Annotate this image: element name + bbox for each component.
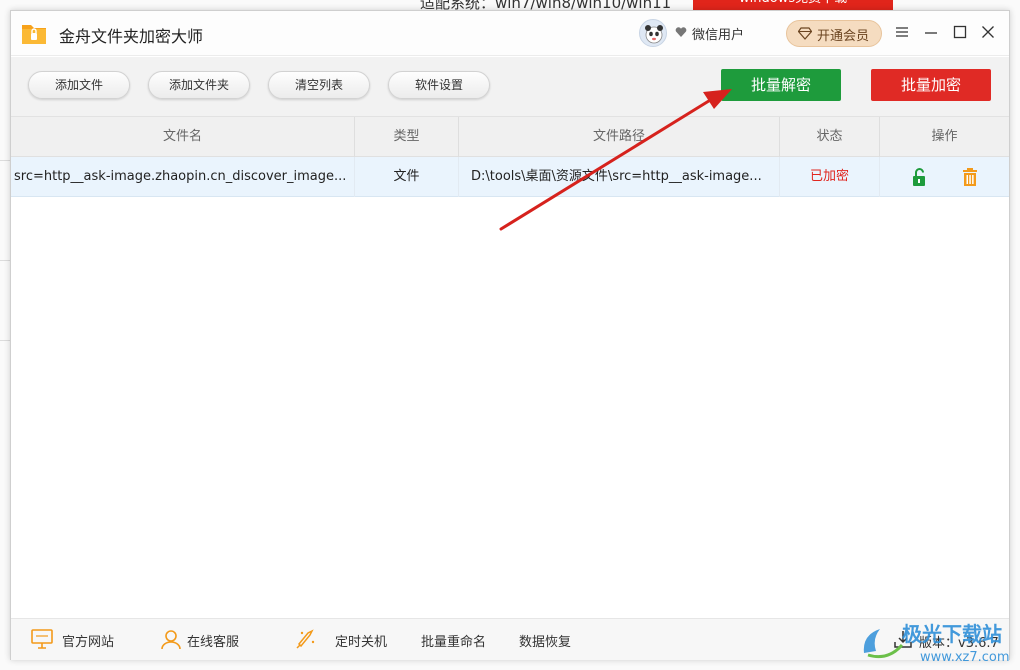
settings-button[interactable]: 软件设置 (388, 71, 490, 99)
online-support-link[interactable]: 在线客服 (187, 631, 239, 650)
batch-decrypt-button[interactable]: 批量解密 (721, 69, 841, 101)
minimize-icon[interactable] (922, 23, 940, 41)
app-window: 金舟文件夹加密大师 微信用户 开通会员 添加文件 添加文件夹 清空列表 软件设置… (10, 10, 1010, 660)
folder-lock-logo-icon (22, 25, 46, 44)
file-path-cell: D:\tools\桌面\资源文件\src=http__ask-image... (459, 157, 780, 197)
batch-rename-link[interactable]: 批量重命名 (421, 631, 486, 650)
background-divider (0, 160, 10, 161)
data-recovery-link[interactable]: 数据恢复 (519, 631, 571, 650)
avatar[interactable] (639, 19, 667, 47)
trash-icon[interactable] (960, 167, 980, 187)
column-header-name[interactable]: 文件名 (11, 117, 355, 157)
watermark-url: www.xz7.com (920, 650, 1010, 665)
column-header-actions: 操作 (931, 129, 958, 144)
official-website-link[interactable]: 官方网站 (62, 631, 114, 650)
close-icon[interactable] (979, 23, 997, 41)
user-name[interactable]: 微信用户 (692, 24, 744, 43)
file-table-header: 文件名 类型 文件路径 状态 操作 (11, 117, 1009, 157)
customer-service-icon (161, 630, 181, 650)
unlock-icon[interactable] (910, 167, 930, 187)
add-folder-button[interactable]: 添加文件夹 (148, 71, 250, 99)
app-title: 金舟文件夹加密大师 (59, 27, 204, 46)
toolbar: 添加文件 添加文件夹 清空列表 软件设置 批量解密 批量加密 (11, 57, 1009, 117)
background-divider (0, 340, 10, 341)
file-name-cell: src=http__ask-image.zhaopin.cn_discover_… (11, 157, 355, 197)
batch-encrypt-button[interactable]: 批量加密 (871, 69, 991, 101)
column-header-status[interactable]: 状态 (780, 117, 880, 157)
table-row[interactable]: src=http__ask-image.zhaopin.cn_discover_… (11, 157, 1009, 197)
menu-icon[interactable] (893, 23, 911, 41)
column-header-path[interactable]: 文件路径 (459, 117, 780, 157)
column-header-type[interactable]: 类型 (355, 117, 459, 157)
watermark-brand: 极光下载站 (902, 622, 1002, 646)
title-bar: 金舟文件夹加密大师 微信用户 开通会员 (11, 11, 1009, 56)
clear-list-button[interactable]: 清空列表 (268, 71, 370, 99)
vip-heart-icon (675, 27, 687, 37)
vip-button[interactable]: 开通会员 (786, 20, 882, 47)
background-divider (0, 260, 10, 261)
maximize-icon[interactable] (951, 23, 969, 41)
rocket-icon (296, 629, 315, 649)
watermark-logo: 极光下载站 www.xz7.com (863, 622, 1010, 665)
add-file-button[interactable]: 添加文件 (28, 71, 130, 99)
timed-shutdown-link[interactable]: 定时关机 (335, 631, 387, 650)
panda-avatar-icon (645, 25, 663, 44)
monitor-icon (31, 629, 53, 649)
diamond-icon (798, 27, 812, 40)
status-badge: 已加密 (780, 157, 880, 197)
file-type-cell: 文件 (355, 157, 459, 197)
vip-label: 开通会员 (817, 29, 870, 44)
